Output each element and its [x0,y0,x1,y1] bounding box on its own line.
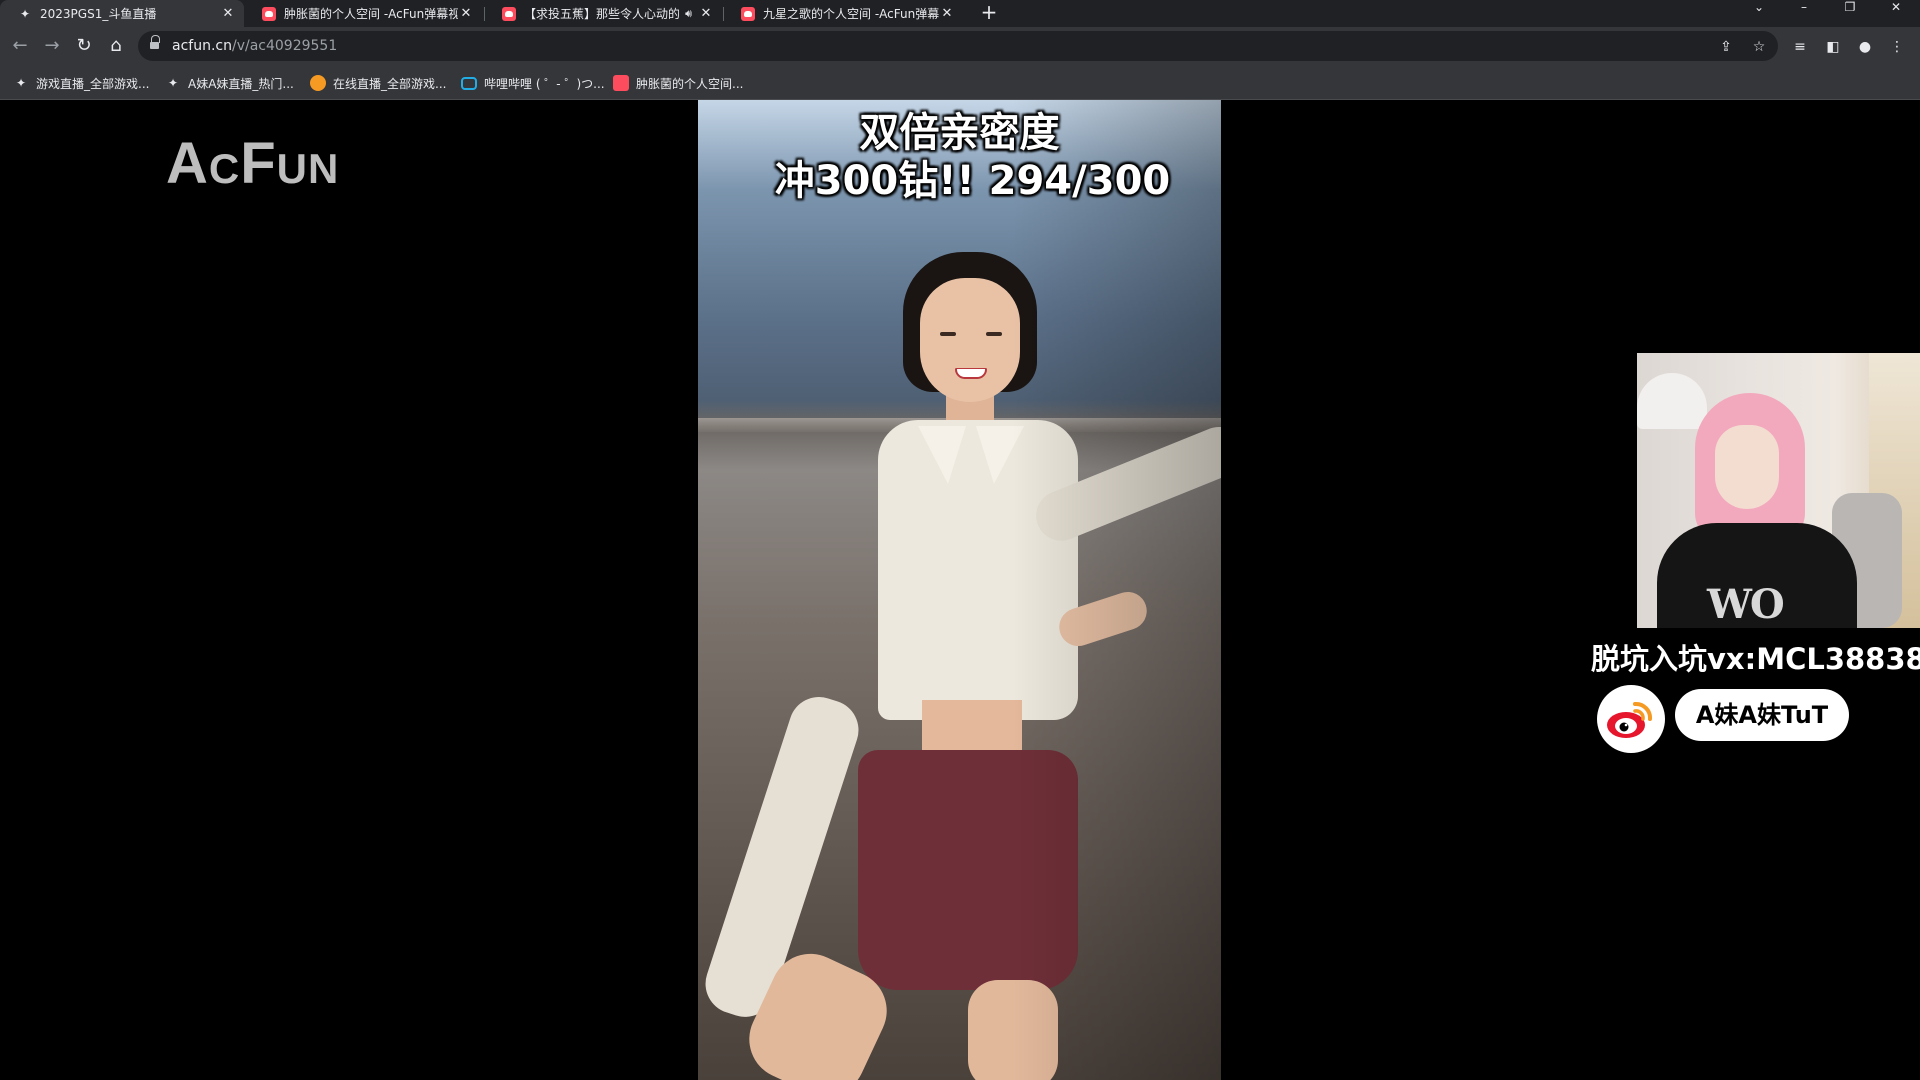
menu-icon[interactable]: ⋮ [1887,37,1907,57]
tab-search-icon[interactable]: ⌄ [1739,0,1779,16]
douyu-icon: ✦ [19,6,31,21]
weibo-name-badge: A妹A妹TuT [1675,689,1849,741]
logo-letter: U [276,145,309,192]
bookmark-item[interactable]: 哔哩哔哩 ( ゜- ゜)つ... [461,74,605,92]
bookmark-item[interactable]: ✦ 游戏直播_全部游戏... [13,74,149,92]
tab-acfun-space-1[interactable]: 肿胀菌的个人空间 -AcFun弹幕视 ✕ [244,0,482,27]
profile-icon[interactable]: ● [1855,37,1875,57]
tab-douyu[interactable]: ✦ 2023PGS1_斗鱼直播 ✕ [0,0,244,27]
weibo-icon [1597,685,1665,753]
restore-icon[interactable]: ❐ [1830,0,1870,16]
acfun-icon [741,6,755,21]
huya-icon [310,75,326,91]
weibo-logo-svg [1607,701,1653,738]
side-panel-icon[interactable]: ◧ [1823,37,1843,57]
bookmark-item[interactable]: ✦ A妹A妹直播_热门... [165,74,294,92]
facecam-shirt-print: WO [1707,581,1785,628]
tab-title: 【求投五蕉】那些令人心动的 [524,7,680,21]
douyu-icon: ✦ [167,76,179,90]
bookmark-item[interactable]: 肿胀菌的个人空间... [613,74,743,92]
facecam-lamp [1637,373,1707,429]
browser-toolbar: ← → ↻ ⌂ acfun.cn/v/ac40929551 ⇪ ☆ ≡ ◧ ● … [0,27,1920,65]
home-icon[interactable]: ⌂ [104,34,128,58]
acfun-icon [613,75,629,91]
bookmark-item[interactable]: 在线直播_全部游戏... [310,74,446,92]
close-icon[interactable]: ✕ [458,6,474,21]
bookmark-label: 哔哩哔哩 ( ゜- ゜)つ... [484,76,605,91]
back-icon[interactable]: ← [8,34,32,58]
speaker-icon[interactable]: 🔊︎ [685,7,692,21]
bookmark-star-icon[interactable]: ☆ [1750,38,1768,56]
share-icon[interactable]: ⇪ [1717,38,1735,56]
minimize-icon[interactable]: – [1784,0,1824,16]
streamer-facecam: WO [1637,353,1920,628]
close-icon[interactable]: ✕ [220,6,236,21]
tab-acfun-space-2[interactable]: 九星之歌的个人空间 -AcFun弹幕 ✕ [723,0,963,27]
bookmark-label: A妹A妹直播_热门... [188,76,294,91]
new-tab-button[interactable]: + [977,0,1001,27]
url-path: /v/ac40929551 [231,38,338,54]
contact-text: 脱坑入坑vx:MCL388388 [1591,642,1920,676]
douyu-icon: ✦ [15,76,27,90]
video-player[interactable]: 双倍亲密度 冲300钻!! 294/300 [698,100,1221,1080]
close-icon[interactable]: ✕ [939,6,955,21]
bookmark-label: 肿胀菌的个人空间... [636,76,744,91]
bookmark-label: 在线直播_全部游戏... [333,76,447,91]
page-content: ACFUN 双倍亲密度 冲300钻!! 294/300 WO 脱坑入坑vx:MC… [0,100,1920,1080]
acfun-icon [262,6,276,21]
video-shade [698,100,1221,1080]
bookmarks-bar: ✦ 游戏直播_全部游戏... ✦ A妹A妹直播_热门... 在线直播_全部游戏.… [0,65,1920,100]
video-caption-goal: 冲300钻!! 294/300 [774,158,1171,204]
tab-acfun-video[interactable]: 【求投五蕉】那些令人心动的 🔊︎ ✕ [484,0,722,27]
tab-title: 2023PGS1_斗鱼直播 [40,7,157,21]
acfun-icon [502,6,516,21]
close-icon[interactable]: ✕ [698,6,714,21]
window-close-icon[interactable]: ✕ [1876,0,1916,16]
logo-letter: N [308,145,340,192]
bilibili-icon [461,76,477,90]
forward-icon[interactable]: → [40,34,64,58]
bookmark-label: 游戏直播_全部游戏... [36,76,150,91]
tab-title: 九星之歌的个人空间 -AcFun弹幕 [763,7,939,21]
media-control-icon[interactable]: ≡ [1790,37,1810,57]
tab-strip: ✦ 2023PGS1_斗鱼直播 ✕ 肿胀菌的个人空间 -AcFun弹幕视 ✕ 【… [0,0,1920,27]
acfun-logo[interactable]: ACFUN [166,130,339,197]
reload-icon[interactable]: ↻ [72,34,96,58]
logo-letter: A [166,131,209,196]
address-bar[interactable]: acfun.cn/v/ac40929551 ⇪ ☆ [138,31,1778,61]
logo-letter: F [240,131,277,196]
url-text[interactable]: acfun.cn/v/ac40929551 [172,38,337,54]
logo-letter: C [208,145,241,192]
lock-icon[interactable] [150,35,160,49]
tab-title: 肿胀菌的个人空间 -AcFun弹幕视 [284,7,458,21]
facecam-face [1715,425,1779,509]
url-host: acfun.cn [172,38,232,54]
